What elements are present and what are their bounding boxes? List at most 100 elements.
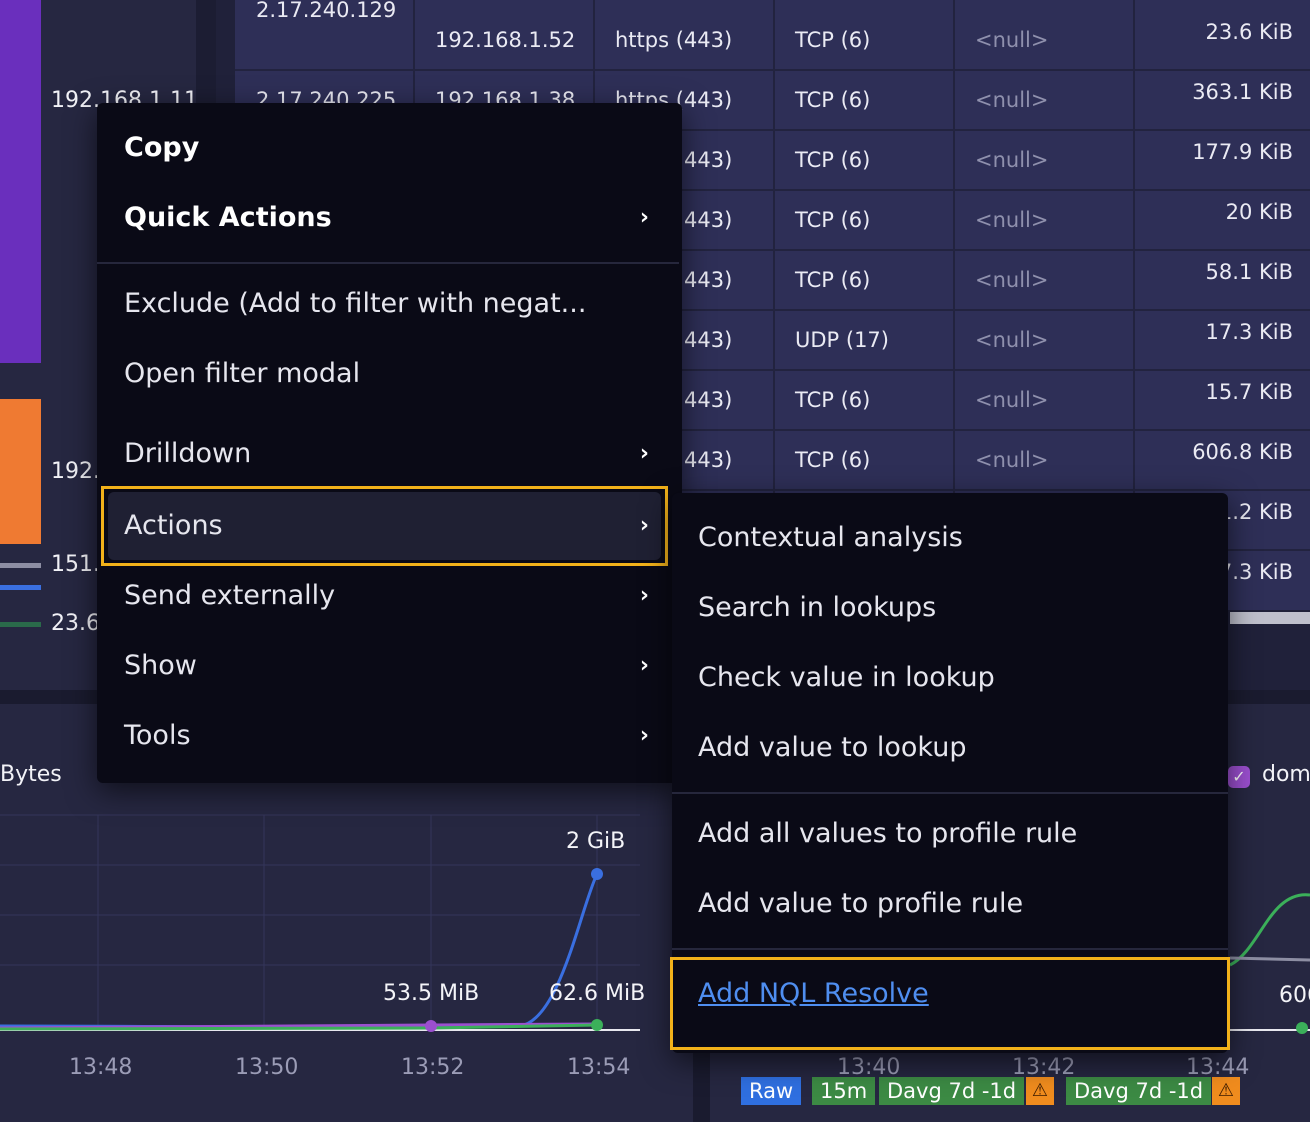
x-tick-label: 13:54: [567, 1055, 631, 1080]
warning-icon[interactable]: ⚠: [1026, 1077, 1054, 1105]
table-cell-null[interactable]: <null>: [975, 268, 1048, 292]
chart-grid: [0, 814, 640, 1030]
table-cell-null[interactable]: <null>: [975, 208, 1048, 232]
table-cell-proto[interactable]: TCP (6): [795, 268, 870, 292]
submenu-item-add-all-values-to-profile-rule[interactable]: Add all values to profile rule: [672, 801, 1228, 867]
data-point[interactable]: [1296, 1022, 1308, 1034]
chevron-right-icon: ›: [639, 723, 649, 748]
x-tick-label: 13:50: [235, 1055, 299, 1080]
table-cell-port[interactable]: 443): [684, 328, 732, 352]
chart-annotation: 606: [1279, 983, 1310, 1008]
submenu-item-add-value-to-lookup[interactable]: Add value to lookup: [672, 715, 1228, 781]
menu-item-label: Exclude (Add to filter with negat...: [124, 288, 587, 319]
table-cell-null[interactable]: <null>: [975, 88, 1048, 112]
submenu-item-label: Add all values to profile rule: [698, 818, 1078, 849]
table-cell-size[interactable]: 606.8 KiB: [1133, 440, 1293, 464]
table-cell-port[interactable]: https (443): [615, 28, 732, 52]
table-cell-size[interactable]: 363.1 KiB: [1133, 80, 1293, 104]
chart-annotation: 2 GiB: [566, 829, 626, 854]
menu-separator: [672, 792, 1228, 794]
table-cell-proto[interactable]: TCP (6): [795, 208, 870, 232]
menu-item-open-filter-modal[interactable]: Open filter modal: [97, 341, 669, 407]
table-cell-dst[interactable]: 192.168.1.52: [435, 28, 575, 52]
rail-divider: [196, 0, 216, 110]
badge-raw[interactable]: Raw: [741, 1077, 802, 1105]
chevron-right-icon: ›: [639, 205, 649, 230]
rail-label: 151.: [51, 552, 100, 577]
menu-item-send-externally[interactable]: Send externally ›: [97, 563, 669, 629]
menu-item-quick-actions[interactable]: Quick Actions ›: [97, 185, 669, 251]
chart-legend-domain: dom: [1262, 762, 1310, 787]
table-cell-port[interactable]: 443): [684, 388, 732, 412]
table-scrollbar[interactable]: [1230, 612, 1310, 624]
menu-separator: [672, 948, 1228, 950]
series-line-blue: [0, 873, 599, 1029]
table-cell-size[interactable]: 23.6 KiB: [1133, 20, 1293, 44]
bar-purple[interactable]: [0, 0, 41, 363]
data-point[interactable]: [591, 1019, 603, 1031]
menu-item-label: Quick Actions: [124, 202, 332, 233]
table-cell-null[interactable]: <null>: [975, 448, 1048, 472]
submenu-item-label: Add value to profile rule: [698, 888, 1024, 919]
menu-item-tools[interactable]: Tools ›: [97, 703, 669, 769]
table-cell-size[interactable]: 17.3 KiB: [1133, 320, 1293, 344]
table-cell-proto[interactable]: TCP (6): [795, 448, 870, 472]
legend-line-green: [0, 622, 41, 627]
menu-separator: [97, 262, 679, 264]
submenu-item-label: Check value in lookup: [698, 662, 995, 693]
badge-15m[interactable]: 15m: [812, 1077, 876, 1105]
submenu-item-label: Search in lookups: [698, 592, 937, 623]
chart-annotation: 62.6 MiB: [549, 981, 646, 1006]
table-cell-null[interactable]: <null>: [975, 388, 1048, 412]
menu-item-show[interactable]: Show ›: [97, 633, 669, 699]
table-cell-proto[interactable]: UDP (17): [795, 328, 889, 352]
checkbox-icon[interactable]: ✓: [1228, 766, 1250, 788]
legend-line-blue: [0, 585, 41, 590]
series-line-gray: [1229, 956, 1310, 962]
rail-label: 23.6: [51, 611, 100, 636]
highlight-add-nql-resolve: [670, 957, 1230, 1050]
chart-legend-bytes: Bytes: [0, 762, 62, 787]
menu-item-label: Open filter modal: [124, 358, 361, 389]
menu-item-label: Copy: [124, 132, 200, 163]
table-cell-port[interactable]: 443): [684, 448, 732, 472]
badge-davg[interactable]: Davg 7d -1d: [1066, 1077, 1212, 1105]
row-divider: [235, 69, 1310, 71]
legend-line-gray: [0, 563, 41, 568]
table-cell-size[interactable]: 20 KiB: [1133, 200, 1293, 224]
table-cell-port[interactable]: 443): [684, 208, 732, 232]
submenu-item-check-value-in-lookup[interactable]: Check value in lookup: [672, 645, 1228, 711]
badge-davg[interactable]: Davg 7d -1d: [879, 1077, 1025, 1105]
submenu-item-search-in-lookups[interactable]: Search in lookups: [672, 575, 1228, 641]
chevron-right-icon: ›: [639, 441, 649, 466]
table-cell-proto[interactable]: TCP (6): [795, 388, 870, 412]
submenu-item-add-value-to-profile-rule[interactable]: Add value to profile rule: [672, 871, 1228, 937]
table-cell-proto[interactable]: TCP (6): [795, 28, 870, 52]
table-cell-src[interactable]: 2.17.240.129: [256, 0, 396, 22]
data-point[interactable]: [591, 868, 603, 880]
table-cell-null[interactable]: <null>: [975, 28, 1048, 52]
table-cell-size[interactable]: 15.7 KiB: [1133, 380, 1293, 404]
menu-item-exclude[interactable]: Exclude (Add to filter with negat...: [97, 271, 669, 337]
table-cell-null[interactable]: <null>: [975, 328, 1048, 352]
menu-item-label: Send externally: [124, 580, 336, 611]
submenu-item-contextual-analysis[interactable]: Contextual analysis: [672, 505, 1228, 571]
warning-icon[interactable]: ⚠: [1212, 1077, 1240, 1105]
submenu-item-label: Add value to lookup: [698, 732, 967, 763]
data-point[interactable]: [425, 1020, 437, 1032]
menu-item-copy[interactable]: Copy: [97, 115, 669, 181]
menu-item-drilldown[interactable]: Drilldown ›: [97, 421, 669, 487]
table-cell-null[interactable]: <null>: [975, 148, 1048, 172]
x-tick-label: 13:48: [69, 1055, 133, 1080]
table-cell-proto[interactable]: TCP (6): [795, 88, 870, 112]
x-tick-label: 13:52: [401, 1055, 465, 1080]
table-cell-size[interactable]: 177.9 KiB: [1133, 140, 1293, 164]
table-cell-size[interactable]: 58.1 KiB: [1133, 260, 1293, 284]
table-cell-proto[interactable]: TCP (6): [795, 148, 870, 172]
chevron-right-icon: ›: [639, 653, 649, 678]
highlight-actions: [101, 486, 668, 566]
chevron-right-icon: ›: [639, 583, 649, 608]
bar-orange[interactable]: [0, 399, 41, 544]
table-cell-port[interactable]: 443): [684, 148, 732, 172]
table-cell-port[interactable]: 443): [684, 268, 732, 292]
